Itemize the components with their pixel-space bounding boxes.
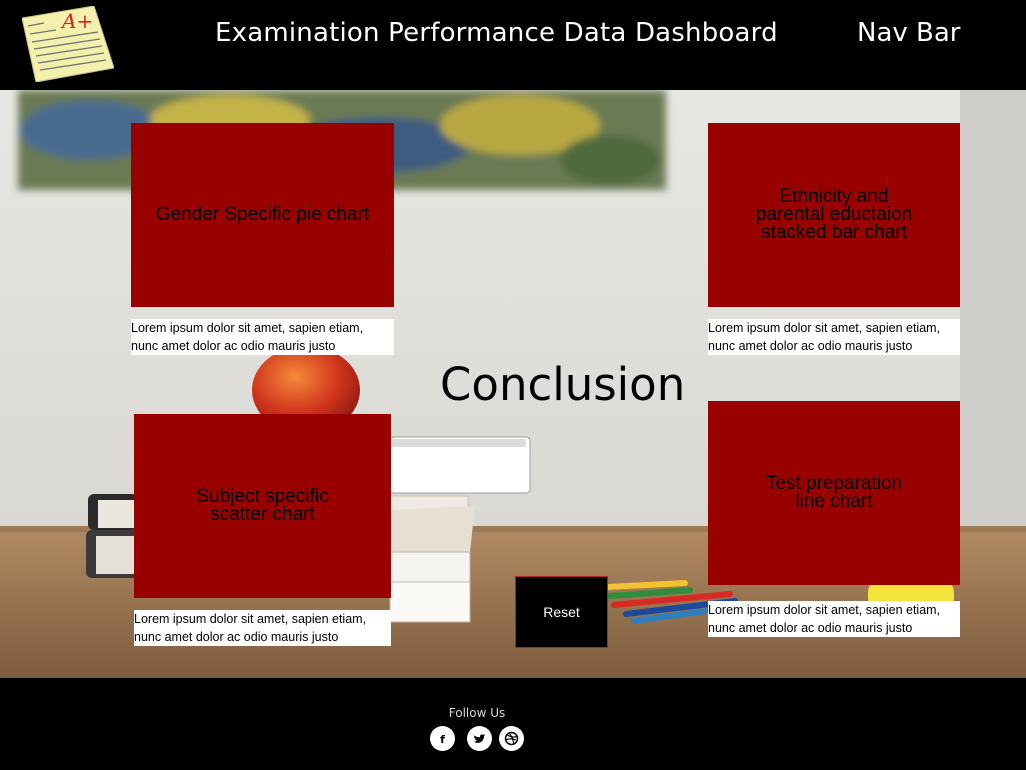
card-title: Ethnicity and parental eductaion stacked…	[756, 187, 912, 243]
card-title-line: line chart	[795, 491, 873, 512]
gender-chart-description: Lorem ipsum dolor sit amet, sapien etiam…	[131, 319, 394, 355]
footer: Follow Us f	[0, 678, 1026, 770]
description-line: nunc amet dolor ac odio mauris justo	[708, 621, 913, 635]
header: A+ Examination Performance Data Dashboar…	[0, 0, 1026, 90]
logo-grade-text: A+	[60, 9, 93, 33]
test-prep-line-chart-card[interactable]: Test preparation line chart	[708, 401, 960, 585]
test-prep-chart-description: Lorem ipsum dolor sit amet, sapien etiam…	[708, 601, 960, 637]
description-line: Lorem ipsum dolor sit amet, sapien etiam…	[708, 321, 941, 335]
twitter-icon[interactable]	[467, 726, 492, 751]
dribbble-icon[interactable]	[499, 726, 524, 751]
follow-us-label: Follow Us	[448, 706, 506, 720]
svg-text:f: f	[440, 733, 445, 746]
description-line: Lorem ipsum dolor sit amet, sapien etiam…	[134, 612, 367, 626]
description-line: Lorem ipsum dolor sit amet, sapien etiam…	[708, 603, 941, 617]
hero-section: Gender Specific pie chart Lorem ipsum do…	[0, 90, 1026, 678]
description-line: Lorem ipsum dolor sit amet, sapien etiam…	[131, 321, 364, 335]
description-line: nunc amet dolor ac odio mauris justo	[134, 630, 339, 644]
facebook-icon[interactable]: f	[430, 726, 455, 751]
card-title-line: stacked bar chart	[761, 222, 907, 243]
subject-scatter-chart-card[interactable]: Subject specific scatter chart	[134, 414, 391, 598]
gender-pie-chart-card[interactable]: Gender Specific pie chart	[131, 123, 394, 307]
card-title: Subject specific scatter chart	[196, 487, 328, 525]
card-title-line: scatter chart	[210, 504, 315, 525]
graded-paper-logo-icon: A+	[21, 5, 115, 83]
card-title: Gender Specific pie chart	[155, 204, 370, 225]
dashboard-page: A+ Examination Performance Data Dashboar…	[0, 0, 1026, 770]
reset-button[interactable]: Reset	[515, 576, 608, 648]
nav-bar-link[interactable]: Nav Bar	[857, 18, 961, 48]
ethnicity-stacked-bar-card[interactable]: Ethnicity and parental eductaion stacked…	[708, 123, 960, 307]
description-line: nunc amet dolor ac odio mauris justo	[131, 339, 336, 353]
conclusion-heading: Conclusion	[440, 358, 686, 411]
card-title: Test preparation line chart	[766, 474, 902, 512]
description-line: nunc amet dolor ac odio mauris justo	[708, 339, 913, 353]
subject-chart-description: Lorem ipsum dolor sit amet, sapien etiam…	[134, 610, 391, 646]
page-title: Examination Performance Data Dashboard	[215, 18, 778, 48]
ethnicity-chart-description: Lorem ipsum dolor sit amet, sapien etiam…	[708, 319, 960, 355]
